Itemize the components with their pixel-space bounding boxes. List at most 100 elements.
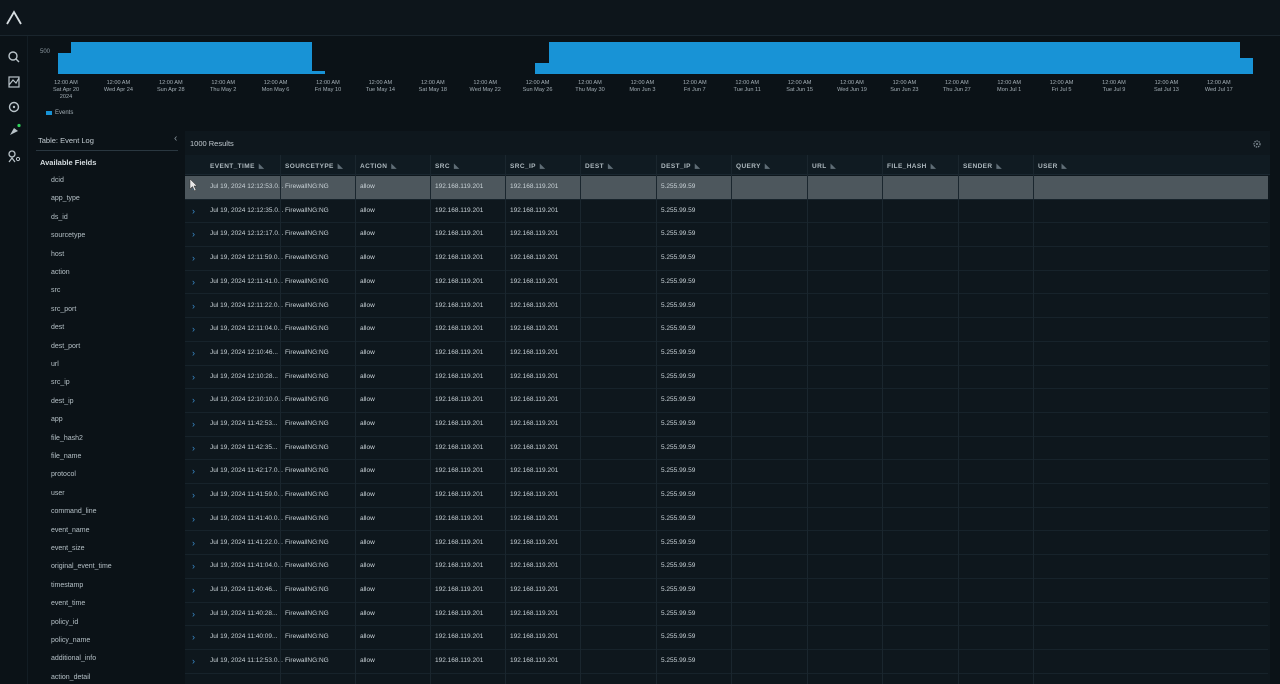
expand-row-icon[interactable]: › — [192, 609, 195, 619]
expand-row-icon[interactable]: › — [192, 538, 195, 548]
field-item[interactable]: event_time — [51, 600, 85, 607]
expand-row-icon[interactable]: › — [192, 632, 195, 642]
field-item[interactable]: host — [51, 251, 64, 258]
field-item[interactable]: policy_name — [51, 637, 90, 644]
field-item[interactable]: sourcetype — [51, 232, 85, 239]
table-row[interactable]: › Jul 19, 2024 12:10:46... FirewallNG:NG al… — [185, 342, 1268, 366]
sort-icon[interactable]: ◣ — [608, 163, 613, 170]
dashboard-icon[interactable] — [5, 73, 23, 91]
field-item[interactable]: dest — [51, 324, 64, 331]
expand-row-icon[interactable]: › — [192, 229, 195, 239]
field-item[interactable]: ds_id — [51, 214, 68, 221]
expand-row-icon[interactable]: › — [192, 656, 195, 666]
expand-row-icon[interactable]: › — [192, 514, 195, 524]
field-item[interactable]: original_event_time — [51, 563, 112, 570]
column-header[interactable]: DEST_IP ◣ — [661, 162, 700, 170]
field-item[interactable]: policy_id — [51, 619, 78, 626]
table-row[interactable]: › Jul 19, 2024 11:41:22.0... FirewallNG:NG… — [185, 532, 1268, 556]
expand-row-icon[interactable]: › — [192, 395, 195, 405]
expand-row-icon[interactable]: › — [192, 466, 195, 476]
target-icon[interactable] — [5, 98, 23, 116]
field-item[interactable]: app_type — [51, 195, 80, 202]
collapse-panel-icon[interactable]: ‹ — [174, 133, 177, 144]
rocket-icon[interactable] — [5, 122, 23, 140]
table-row[interactable]: › Jul 19, 2024 12:12:35.0... FirewallNG:NG… — [185, 200, 1268, 224]
column-header[interactable]: SRC ◣ — [435, 162, 459, 170]
field-item[interactable]: user — [51, 490, 65, 497]
gear-icon[interactable] — [1252, 139, 1262, 149]
field-item[interactable]: command_line — [51, 508, 97, 515]
table-row[interactable]: › Jul 19, 2024 12:11:59.0... FirewallNG:NG… — [185, 247, 1268, 271]
sort-icon[interactable]: ◣ — [1062, 163, 1067, 170]
histogram-bars[interactable] — [58, 40, 1254, 74]
field-item[interactable]: dcid — [51, 177, 64, 184]
field-item[interactable]: event_name — [51, 527, 90, 534]
histogram-bar[interactable] — [309, 70, 326, 74]
field-item[interactable]: src_port — [51, 306, 76, 313]
expand-row-icon[interactable]: › — [192, 253, 195, 263]
sort-icon[interactable]: ◣ — [931, 163, 936, 170]
table-row[interactable]: ›Jul 19, 2024 12:12:53.0...FirewallNG:NG… — [185, 176, 1268, 200]
table-row[interactable]: › Jul 19, 2024 11:42:17.0... FirewallNG:NG… — [185, 460, 1268, 485]
field-item[interactable]: action — [51, 269, 70, 276]
sort-icon[interactable]: ◣ — [695, 163, 700, 170]
field-item[interactable]: dest_port — [51, 343, 80, 350]
table-row[interactable]: › Jul 19, 2024 11:41:04.0... FirewallNG:NG… — [185, 555, 1268, 579]
expand-row-icon[interactable]: › — [192, 348, 195, 358]
sort-icon[interactable]: ◣ — [540, 163, 545, 170]
table-row[interactable]: › Jul 19, 2024 11:40:46... FirewallNG:NG al… — [185, 579, 1268, 603]
table-row[interactable]: › Jul 19, 2024 12:11:22.0... FirewallNG:NG… — [185, 295, 1268, 319]
field-item[interactable]: timestamp — [51, 582, 83, 589]
field-item[interactable]: action_detail — [51, 674, 90, 681]
column-header[interactable]: ACTION ◣ — [360, 162, 397, 170]
expand-row-icon[interactable]: › — [192, 419, 195, 429]
field-item[interactable]: url — [51, 361, 59, 368]
expand-row-icon[interactable]: › — [192, 301, 195, 311]
search-icon[interactable] — [5, 48, 23, 66]
column-header[interactable]: QUERY ◣ — [736, 162, 770, 170]
sort-icon[interactable]: ◣ — [454, 163, 459, 170]
table-row[interactable]: › Jul 19, 2024 12:10:28... FirewallNG:NG al… — [185, 366, 1268, 390]
settings-user-icon[interactable] — [5, 147, 23, 165]
column-header[interactable]: SRC_IP ◣ — [510, 162, 545, 170]
expand-row-icon[interactable]: › — [192, 372, 195, 382]
table-row[interactable]: › Jul 19, 2024 11:40:28... FirewallNG:NG al… — [185, 603, 1268, 627]
sort-icon[interactable]: ◣ — [391, 163, 396, 170]
column-header[interactable]: DEST ◣ — [585, 162, 613, 170]
table-row[interactable]: › Jul 19, 2024 12:11:41.0... FirewallNG:NG… — [185, 271, 1268, 295]
field-item[interactable]: additional_info — [51, 655, 96, 662]
sort-icon[interactable]: ◣ — [765, 163, 770, 170]
sort-icon[interactable]: ◣ — [997, 163, 1002, 170]
field-item[interactable]: file_name — [51, 453, 81, 460]
expand-row-icon[interactable]: › — [192, 324, 195, 334]
table-row[interactable]: › Jul 19, 2024 11:12:53.0... FirewallNG:NG… — [185, 650, 1268, 674]
table-row[interactable]: › Jul 19, 2024 11:42:53... FirewallNG:NG al… — [185, 413, 1268, 437]
field-item[interactable]: protocol — [51, 471, 76, 478]
expand-row-icon[interactable]: › — [192, 585, 195, 595]
column-header[interactable]: SOURCETYPE ◣ — [285, 162, 343, 170]
table-row[interactable]: › Jul 19, 2024 11:40:09... FirewallNG:NG al… — [185, 626, 1268, 650]
column-header[interactable]: EVENT_TIME ◣ — [210, 162, 264, 170]
expand-row-icon[interactable]: › — [192, 490, 195, 500]
histogram-bar[interactable] — [296, 42, 312, 74]
column-header[interactable]: FILE_HASH ◣ — [887, 162, 936, 170]
sort-icon[interactable]: ◣ — [831, 163, 836, 170]
table-row[interactable]: › Jul 19, 2024 11:41:40.0... FirewallNG:NG… — [185, 508, 1268, 532]
field-item[interactable]: src_ip — [51, 379, 70, 386]
field-item[interactable]: file_hash2 — [51, 435, 83, 442]
sort-icon[interactable]: ◣ — [338, 163, 343, 170]
expand-row-icon[interactable]: › — [192, 443, 195, 453]
histogram-bar[interactable] — [1237, 58, 1254, 74]
table-row[interactable]: › Jul 19, 2024 11:41:59.0... FirewallNG:NG… — [185, 484, 1268, 508]
table-row[interactable]: › Jul 19, 2024 12:12:17.0... FirewallNG:NG… — [185, 223, 1268, 248]
field-item[interactable]: event_size — [51, 545, 84, 552]
table-row[interactable]: › Jul 19, 2024 11:42:35... FirewallNG:NG al… — [185, 437, 1268, 461]
column-header[interactable]: USER ◣ — [1038, 162, 1067, 170]
table-row[interactable]: › Jul 19, 2024 12:11:04.0... FirewallNG:NG… — [185, 318, 1268, 342]
caret-logo-icon[interactable] — [4, 8, 24, 28]
expand-row-icon[interactable]: › — [192, 277, 195, 287]
column-header[interactable]: URL ◣ — [812, 162, 836, 170]
field-item[interactable]: src — [51, 287, 60, 294]
sort-icon[interactable]: ◣ — [259, 163, 264, 170]
column-header[interactable]: SENDER ◣ — [963, 162, 1002, 170]
